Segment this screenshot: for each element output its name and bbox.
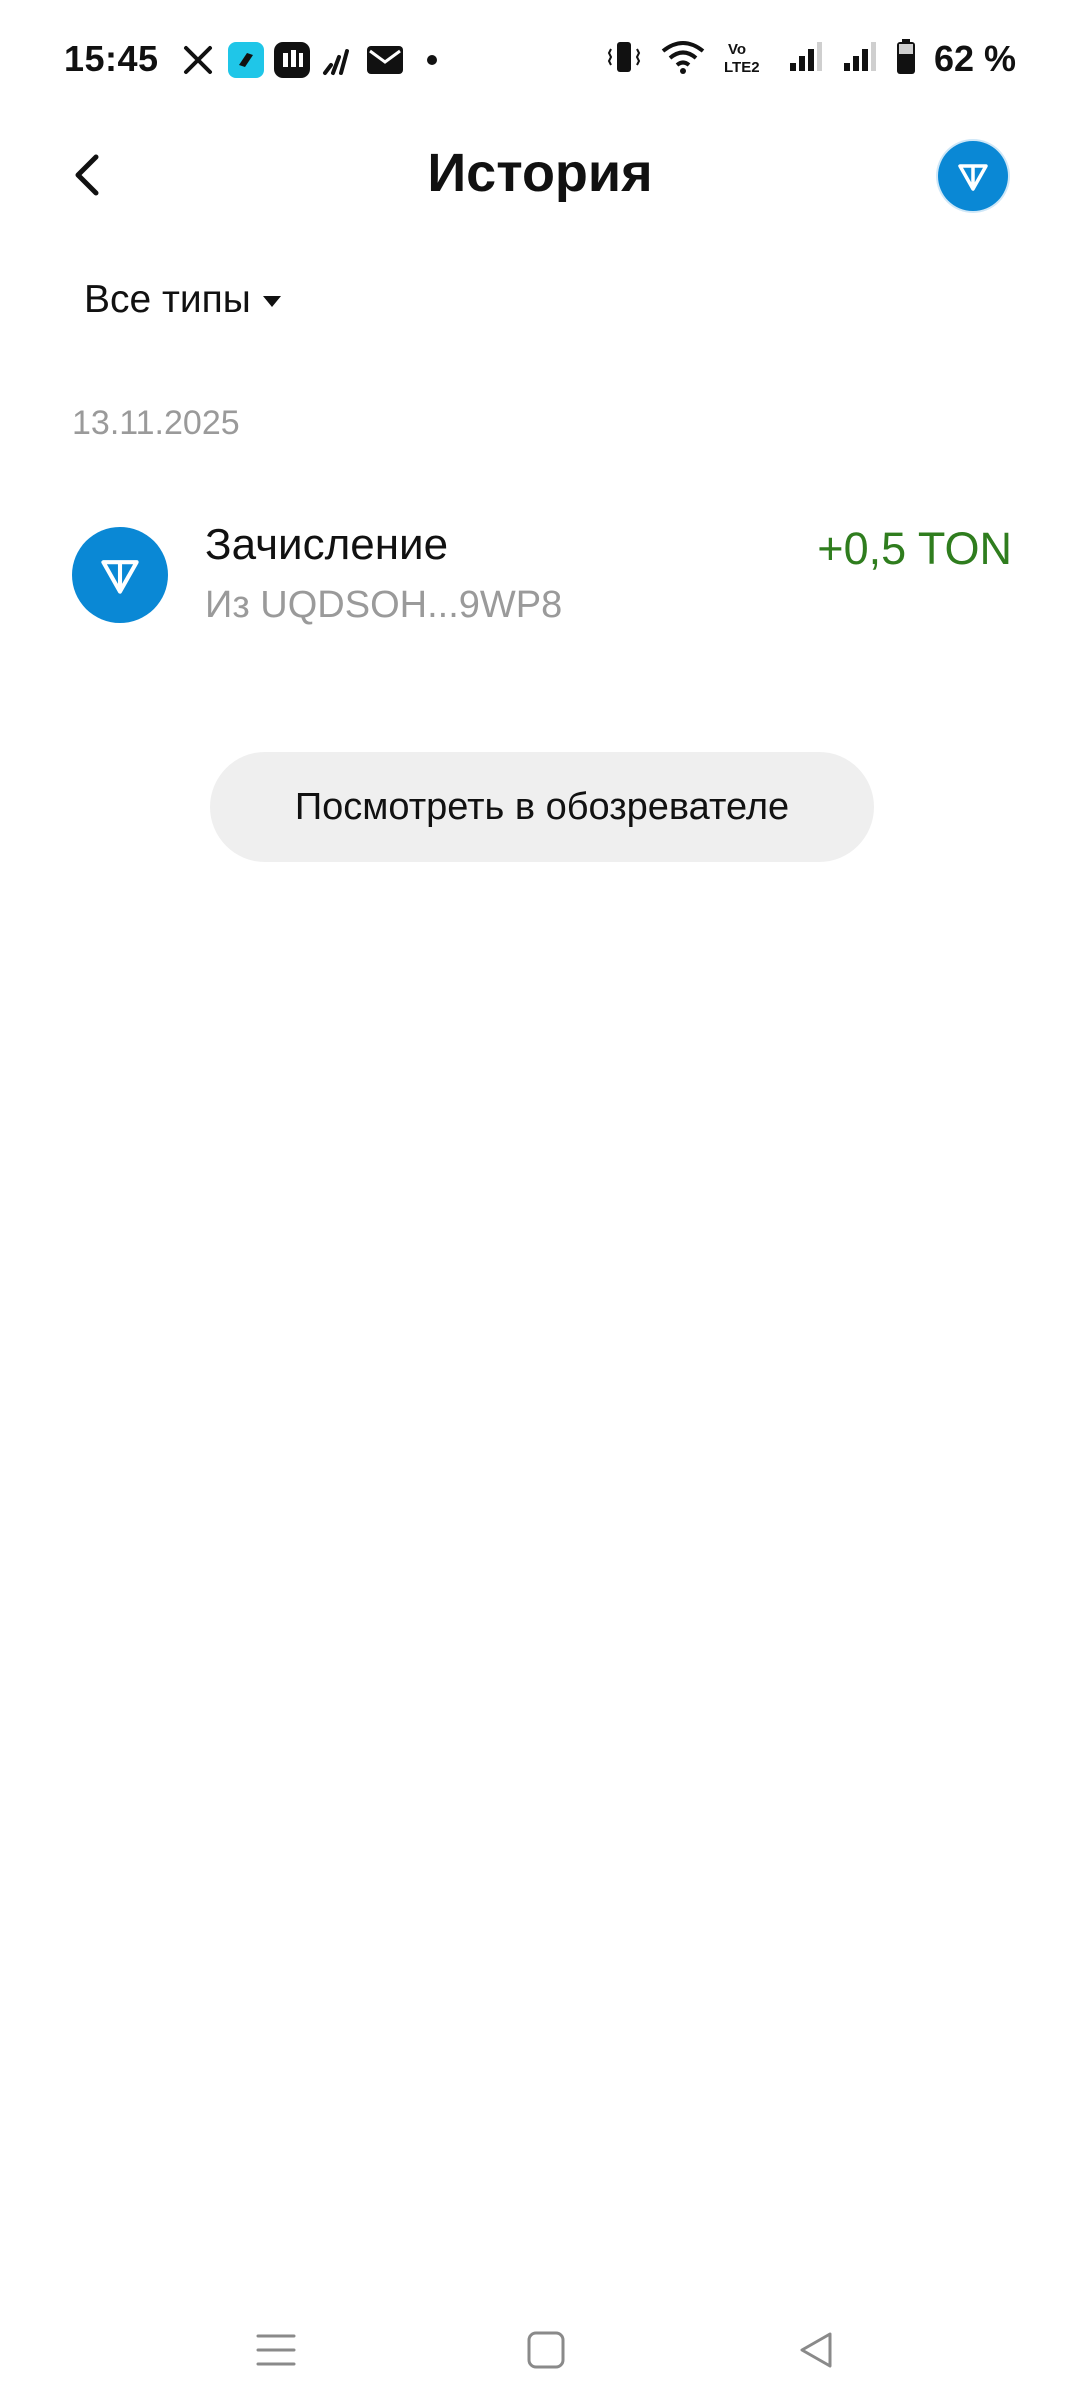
mi-app-icon <box>272 40 312 80</box>
view-in-explorer-label: Посмотреть в обозревателе <box>294 785 790 828</box>
transaction-sender: Из UQDSOH...9WP8 <box>205 584 563 626</box>
type-filter-dropdown[interactable]: Все типы <box>84 278 281 322</box>
page-title: История <box>427 143 653 203</box>
signal-icon <box>788 41 824 78</box>
transaction-ton-avatar <box>72 527 168 623</box>
recent-apps-button[interactable] <box>236 2310 316 2390</box>
status-time: 15:45 <box>64 38 159 79</box>
volte-icon: Vo LTE2 <box>724 39 770 80</box>
battery-percent: 62 % <box>933 38 1016 79</box>
svg-text:LTE2: LTE2 <box>724 59 760 75</box>
home-square-icon <box>527 2331 565 2369</box>
svg-text:Vo: Vo <box>728 41 746 58</box>
vibrate-icon <box>606 39 642 80</box>
app-icon <box>226 40 266 80</box>
back-nav-button[interactable] <box>776 2310 856 2390</box>
ton-icon <box>101 560 139 594</box>
date-group-label: 13.11.2025 <box>72 404 240 442</box>
type-filter-label: Все типы <box>84 278 251 321</box>
transaction-amount: +0,5 TON <box>817 523 1012 574</box>
view-in-explorer-button[interactable]: Посмотреть в обозревателе <box>210 752 874 862</box>
signal-app-icon <box>318 40 358 80</box>
wifi-icon <box>660 39 706 80</box>
battery-icon <box>896 38 916 80</box>
caret-down-icon <box>262 295 281 307</box>
mail-icon <box>364 40 406 80</box>
home-button[interactable] <box>506 2310 586 2390</box>
x-icon <box>178 40 218 80</box>
transaction-row[interactable]: Зачисление Из UQDSOH...9WP8 +0,5 TON <box>0 505 1080 645</box>
ton-network-button[interactable] <box>938 141 1008 211</box>
menu-icon <box>256 2334 296 2366</box>
dot-icon <box>420 40 444 80</box>
status-right-group: Vo LTE2 62 % <box>606 38 1016 80</box>
ton-icon <box>958 164 988 191</box>
signal-icon <box>842 41 878 78</box>
transaction-title: Зачисление <box>205 520 449 569</box>
back-triangle-icon <box>800 2332 832 2368</box>
